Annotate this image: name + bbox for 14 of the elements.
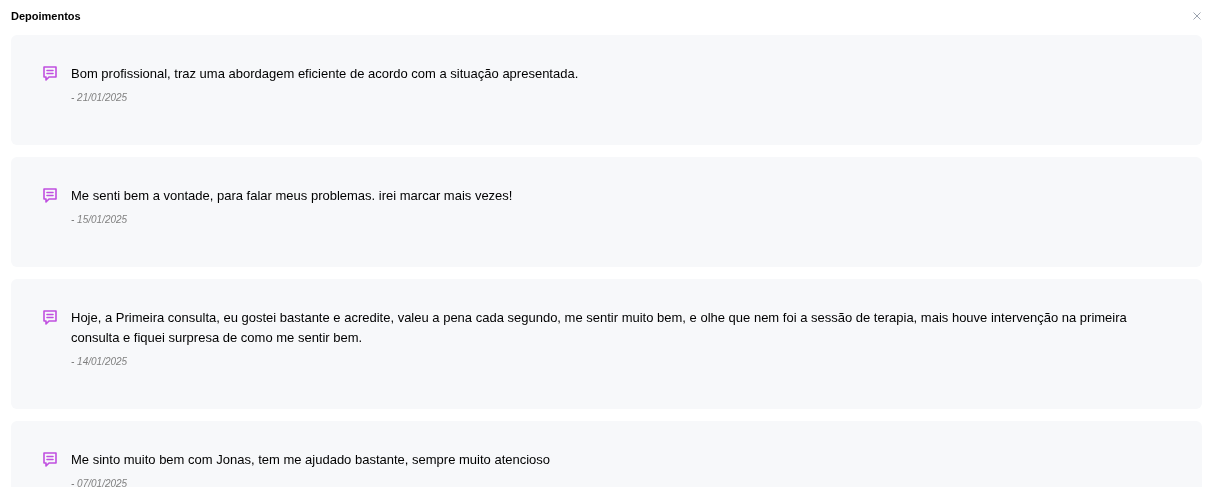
message-icon bbox=[42, 65, 58, 82]
message-icon bbox=[42, 187, 58, 204]
testimonial-date: - 21/01/2025 bbox=[71, 91, 129, 105]
testimonial-date: - 15/01/2025 bbox=[71, 213, 129, 227]
message-icon bbox=[42, 451, 58, 468]
testimonial-text: Me sinto muito bem com Jonas, tem me ajudado bastante, sempre muito atencioso bbox=[71, 451, 551, 469]
testimonial-date: - 14/01/2025 bbox=[71, 355, 129, 369]
testimonial-text: Me senti bem a vontade, para falar meus problemas. irei marcar mais vezes! bbox=[71, 187, 513, 205]
testimonial-text: Hoje, a Primeira consulta, eu gostei bastante e acredite, valeu a pena cada segundo, me sentir muito bem, e olhe que nem foi a sessão de terapia, mais houve intervenção na primeira consulta e fiquei surpresa de como me sentir bem. bbox=[71, 309, 1128, 347]
message-icon bbox=[42, 309, 58, 326]
dialog-title: Depoimentos bbox=[11, 8, 81, 24]
testimonial-date: - 07/01/2025 bbox=[71, 477, 129, 487]
testimonial-text: Bom profissional, traz uma abordagem eficiente de acordo com a situação apresentada. bbox=[71, 65, 579, 83]
close-icon[interactable] bbox=[1192, 11, 1202, 21]
